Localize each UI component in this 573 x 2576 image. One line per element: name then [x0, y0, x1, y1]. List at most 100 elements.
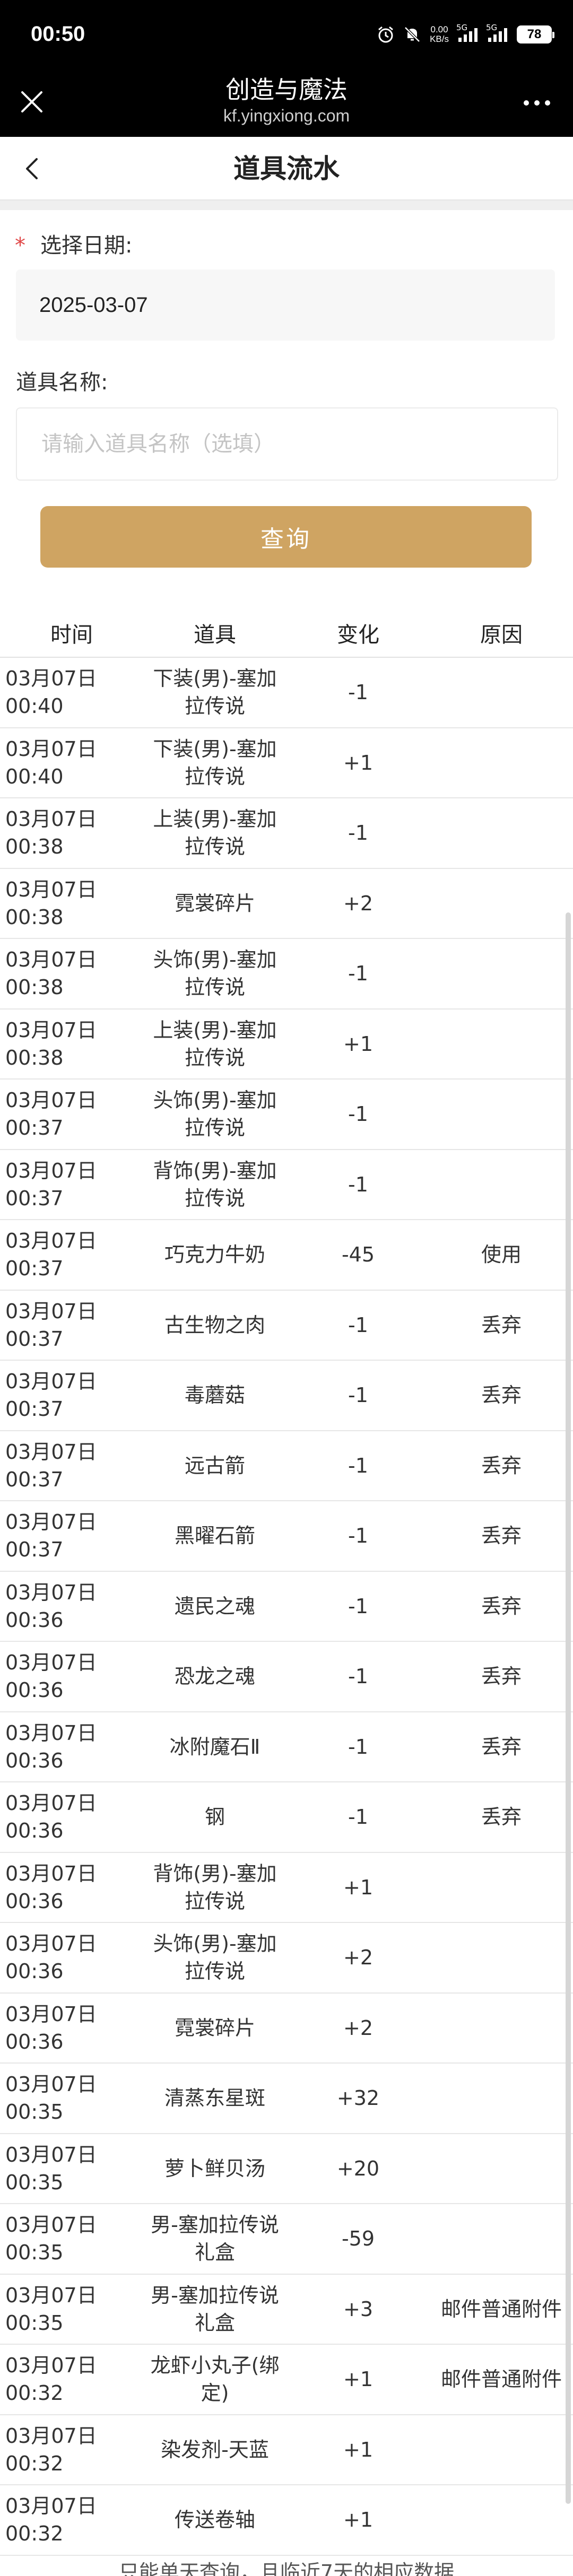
- header-change: 变化: [337, 623, 379, 647]
- table-row: 03月07日 00:35 萝卜鲜贝汤 +20: [0, 2134, 573, 2204]
- row-change: -1: [348, 962, 368, 986]
- row-change: -1: [348, 1805, 368, 1829]
- row-change: +2: [343, 2016, 374, 2040]
- page-title: 道具流水: [233, 153, 340, 184]
- table-row: 03月07日 00:37 巧克力牛奶 -45 使用: [0, 1220, 573, 1291]
- browser-url: kf.yingxiong.com: [223, 106, 350, 125]
- row-time: 03月07日 00:35: [5, 2213, 97, 2265]
- network-speed: 0.00 KB/s: [430, 24, 449, 44]
- row-reason: 邮件普通附件: [440, 2368, 562, 2391]
- table-row: 03月07日 00:37 黑曜石箭 -1 丢弃: [0, 1501, 573, 1572]
- row-change: +1: [343, 2508, 374, 2532]
- row-change: +1: [343, 1032, 374, 1056]
- mute-icon: [403, 25, 421, 43]
- table-row: 03月07日 00:35 男-塞加拉传说礼盒 -59: [0, 2204, 573, 2275]
- row-time: 03月07日 00:37: [5, 1370, 97, 1421]
- row-change: -1: [348, 1172, 368, 1196]
- table-row: 03月07日 00:37 古生物之肉 -1 丢弃: [0, 1291, 573, 1361]
- row-time: 03月07日 00:36: [5, 1580, 97, 1632]
- row-item: 头饰(男)-塞加拉传说: [153, 1089, 277, 1140]
- table-row: 03月07日 00:40 下装(男)-塞加拉传说 +1: [0, 728, 573, 798]
- date-picker[interactable]: 2025-03-07: [16, 269, 555, 341]
- browser-title: 创造与魔法: [225, 75, 348, 104]
- table-row: 03月07日 00:32 染发剂-天蓝 +1: [0, 2415, 573, 2485]
- row-change: -1: [348, 1735, 368, 1759]
- row-change: -1: [348, 1594, 368, 1618]
- row-time: 03月07日 00:38: [5, 1018, 97, 1069]
- more-dot-icon: [524, 100, 529, 106]
- row-reason: 邮件普通附件: [440, 2297, 562, 2321]
- header-item: 道具: [194, 623, 236, 647]
- row-time: 03月07日 00:38: [5, 948, 97, 999]
- item-name-input[interactable]: [16, 407, 558, 481]
- row-reason: 丢弃: [481, 1313, 522, 1337]
- table-row: 03月07日 00:37 头饰(男)-塞加拉传说 -1: [0, 1080, 573, 1150]
- row-change: +20: [336, 2156, 380, 2180]
- row-change: -59: [341, 2227, 375, 2251]
- row-reason: 丢弃: [481, 1665, 522, 1689]
- battery-icon: 78: [517, 25, 554, 43]
- row-change: +3: [343, 2297, 374, 2321]
- row-time: 03月07日 00:36: [5, 1651, 97, 1702]
- row-time: 03月07日 00:32: [5, 2354, 97, 2405]
- row-time: 03月07日 00:36: [5, 1932, 97, 1983]
- row-item: 霓裳碎片: [174, 891, 255, 915]
- scrollbar[interactable]: [566, 912, 571, 2504]
- row-item: 清蒸东星斑: [164, 2086, 265, 2110]
- row-item: 恐龙之魂: [174, 1665, 255, 1689]
- table-row: 03月07日 00:36 冰附魔石Ⅱ -1 丢弃: [0, 1712, 573, 1782]
- row-change: -1: [348, 1524, 368, 1548]
- row-change: -1: [348, 681, 368, 704]
- table-row: 03月07日 00:36 头饰(男)-塞加拉传说 +2: [0, 1923, 573, 1994]
- row-reason: 丢弃: [481, 1383, 522, 1407]
- row-reason: 使用: [481, 1243, 522, 1267]
- signal-icon-2: 5G: [486, 23, 508, 43]
- browser-header: 创造与魔法 kf.yingxiong.com: [0, 70, 573, 137]
- table-row: 03月07日 00:36 遗民之魂 -1 丢弃: [0, 1572, 573, 1642]
- table-row: 03月07日 00:37 毒蘑菇 -1 丢弃: [0, 1361, 573, 1431]
- row-time: 03月07日 00:36: [5, 2002, 97, 2053]
- status-bar: 00:50 0.00 KB/s 5G 5G 78: [0, 0, 573, 70]
- query-button[interactable]: 查询: [40, 506, 532, 568]
- row-reason: 丢弃: [481, 1454, 522, 1477]
- row-change: -1: [348, 1665, 368, 1689]
- table-row: 03月07日 00:32 传送卷轴 +1: [0, 2485, 573, 2556]
- footer-note: 只能单天查询，且临近7天的相应数据: [118, 2561, 455, 2576]
- row-time: 03月07日 00:36: [5, 1861, 97, 1913]
- row-time: 03月07日 00:38: [5, 877, 97, 929]
- date-label: * 选择日期:: [15, 233, 133, 258]
- table-row: 03月07日 00:38 上装(男)-塞加拉传说 +1: [0, 1009, 573, 1080]
- row-change: +1: [343, 2368, 374, 2391]
- row-time: 03月07日 00:35: [5, 2073, 97, 2124]
- row-change: +2: [343, 891, 374, 915]
- more-button[interactable]: [520, 92, 554, 114]
- table-row: 03月07日 00:36 背饰(男)-塞加拉传说 +1: [0, 1853, 573, 1923]
- table-row: 03月07日 00:37 背饰(男)-塞加拉传说 -1: [0, 1150, 573, 1220]
- more-dot-icon: [545, 100, 550, 106]
- row-item: 远古箭: [184, 1454, 245, 1477]
- row-time: 03月07日 00:36: [5, 1791, 97, 1843]
- row-time: 03月07日 00:35: [5, 2143, 97, 2194]
- table-row: 03月07日 00:38 霓裳碎片 +2: [0, 869, 573, 939]
- row-time: 03月07日 00:32: [5, 2424, 97, 2475]
- row-change: +1: [343, 1875, 374, 1899]
- row-time: 03月07日 00:37: [5, 1229, 97, 1281]
- row-item: 下装(男)-塞加拉传说: [153, 737, 277, 788]
- row-item: 男-塞加拉传说礼盒: [151, 2213, 279, 2265]
- table-row: 03月07日 00:38 头饰(男)-塞加拉传说 -1: [0, 939, 573, 1009]
- row-reason: 丢弃: [481, 1524, 522, 1548]
- row-time: 03月07日 00:38: [5, 807, 97, 859]
- row-time: 03月07日 00:37: [5, 1440, 97, 1491]
- row-change: -45: [341, 1243, 375, 1267]
- row-time: 03月07日 00:32: [5, 2494, 97, 2546]
- row-change: +1: [343, 2438, 374, 2461]
- alarm-icon: [377, 25, 395, 43]
- table-row: 03月07日 00:32 龙虾小丸子(绑定) +1 邮件普通附件: [0, 2345, 573, 2415]
- row-change: +1: [343, 751, 374, 774]
- row-change: -1: [348, 1313, 368, 1337]
- signal-icon: 5G: [456, 23, 479, 43]
- row-change: +2: [343, 1946, 374, 1970]
- row-time: 03月07日 00:37: [5, 1510, 97, 1562]
- row-change: +32: [336, 2086, 380, 2110]
- row-reason: 丢弃: [481, 1735, 522, 1759]
